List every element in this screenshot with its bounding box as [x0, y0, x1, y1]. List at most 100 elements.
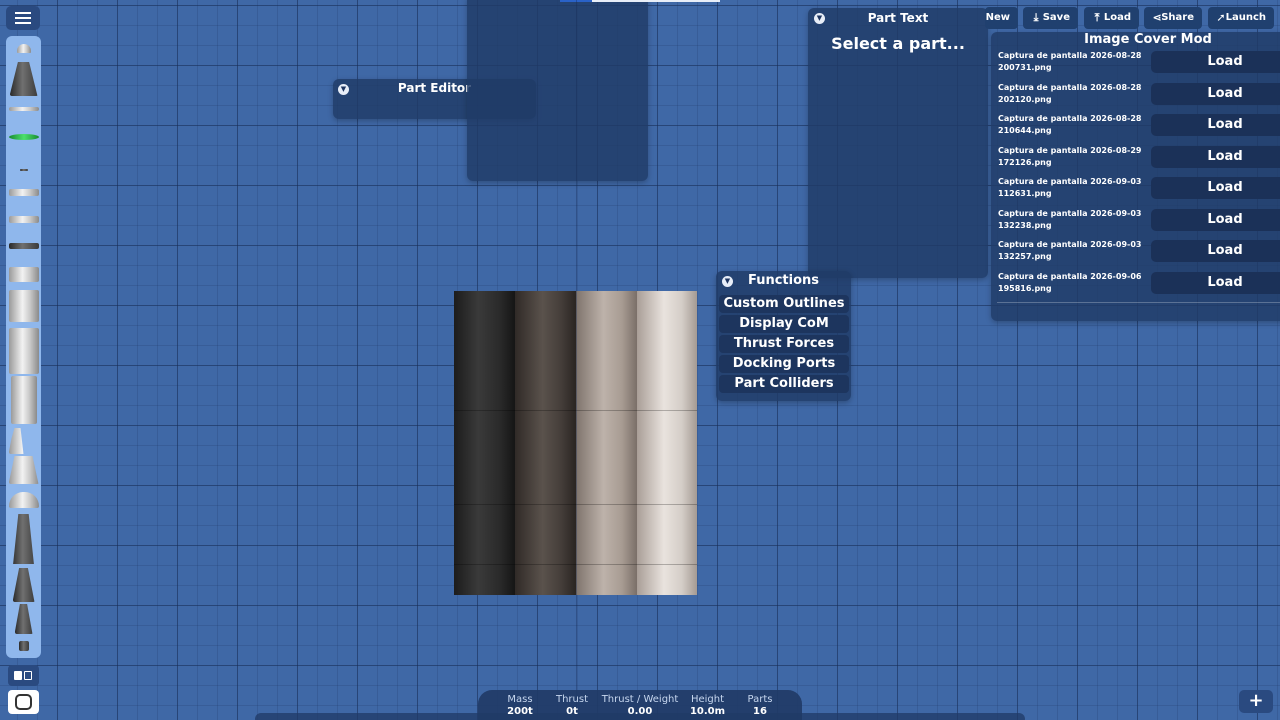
- file-name-line: Captura de pantalla 2026-08-28: [998, 114, 1142, 123]
- select-part-prompt: Select a part...: [831, 34, 965, 53]
- file-load-button[interactable]: Load: [1151, 51, 1280, 73]
- tank-seam: [454, 564, 515, 565]
- file-load-button[interactable]: Load: [1151, 82, 1280, 105]
- file-name-line: 132238.png: [998, 220, 1052, 230]
- part-rcs-thruster[interactable]: [18, 641, 29, 651]
- fuel-tank-taupe[interactable]: [576, 291, 637, 595]
- part-text-title: Part Text: [867, 11, 929, 25]
- file-load-button[interactable]: Load: [1151, 177, 1280, 199]
- file-name-line: Captura de pantalla 2026-08-28: [998, 51, 1142, 60]
- part-thin-tank[interactable]: [8, 216, 39, 223]
- part-green-ring[interactable]: [8, 134, 39, 140]
- file-load-button[interactable]: Load: [1151, 240, 1280, 262]
- share-button-label: Share: [1161, 12, 1194, 23]
- image-cover-panel[interactable]: Image Cover Mod Captura de pantalla 2026…: [991, 32, 1280, 321]
- top-center-panel: [467, 0, 648, 181]
- center-line: [576, 0, 577, 720]
- share-icon: ⋖: [1152, 11, 1162, 24]
- tank-seam: [637, 504, 697, 505]
- load-button-label: Load: [1103, 12, 1131, 23]
- file-load-button[interactable]: Load: [1151, 114, 1280, 136]
- tank-seam: [515, 410, 576, 411]
- hamburger-icon: [15, 12, 31, 14]
- part-truss[interactable]: [8, 189, 39, 196]
- fuel-tank-light[interactable]: [637, 291, 697, 595]
- part-fairing-b[interactable]: [8, 456, 39, 484]
- part-engine-medium[interactable]: [12, 568, 35, 602]
- functions-panel[interactable]: ▼ Functions Custom Outlines Display CoM …: [716, 271, 851, 401]
- part-tank-xl[interactable]: [10, 376, 37, 424]
- fuel-tank-black[interactable]: [454, 291, 515, 595]
- file-load-button[interactable]: Load: [1151, 271, 1280, 294]
- fuel-tank-dark-gray[interactable]: [515, 291, 576, 595]
- part-text-panel[interactable]: ▼ Part Text Select a part...: [808, 8, 988, 278]
- part-capsule[interactable]: [9, 62, 38, 96]
- stat-thrust: Thrust 0t: [552, 694, 592, 718]
- part-engine-large[interactable]: [13, 514, 34, 564]
- symmetry-icon-half: [24, 671, 32, 680]
- stat-thrust-label: Thrust: [555, 694, 589, 705]
- tank-seam: [637, 564, 697, 565]
- part-tank-short[interactable]: [8, 267, 39, 282]
- add-part-button[interactable]: +: [1239, 690, 1273, 713]
- tank-seam: [637, 410, 697, 411]
- top-center-indicator-light: [592, 0, 720, 2]
- rocket-icon: ➚: [1216, 11, 1226, 24]
- part-fairing-a[interactable]: [8, 428, 24, 454]
- part-small-connector[interactable]: [19, 169, 28, 171]
- parts-palette[interactable]: [6, 36, 41, 658]
- stat-mass-value: 200t: [507, 706, 533, 717]
- file-name: Captura de pantalla 2026-08-28 202120.png: [998, 82, 1148, 106]
- stat-thrust-weight-label: Thrust / Weight: [601, 694, 679, 705]
- new-button[interactable]: New: [985, 7, 1018, 29]
- tank-seam: [515, 564, 576, 565]
- docking-ports-button[interactable]: Docking Ports: [719, 355, 849, 373]
- file-load-button[interactable]: Load: [1151, 145, 1280, 168]
- file-name-line: 112631.png: [998, 189, 1052, 198]
- file-name-line: 195816.png: [998, 283, 1052, 293]
- save-button[interactable]: ⤓ Save: [1023, 7, 1078, 29]
- file-name: Captura de pantalla 2026-09-03 132238.png: [998, 208, 1148, 232]
- menu-button[interactable]: [6, 6, 40, 30]
- part-decoupler[interactable]: [8, 243, 39, 249]
- stat-thrust-value: 0t: [566, 706, 578, 717]
- file-name-line: Captura de pantalla 2026-08-29: [998, 145, 1142, 155]
- stat-thrust-weight-value: 0.00: [627, 706, 653, 717]
- tank-seam: [576, 564, 637, 565]
- part-dome[interactable]: [8, 492, 39, 508]
- barrel-icon: [15, 694, 32, 710]
- file-name: Captura de pantalla 2026-08-29 172126.png: [998, 145, 1148, 169]
- file-name-line: Captura de pantalla 2026-08-28: [998, 82, 1142, 92]
- thrust-forces-button[interactable]: Thrust Forces: [719, 335, 849, 353]
- file-name: Captura de pantalla 2026-08-28 210644.png: [998, 113, 1148, 137]
- part-tank-medium[interactable]: [8, 290, 39, 322]
- display-com-button[interactable]: Display CoM: [719, 315, 849, 333]
- new-button-label: New: [985, 12, 1010, 23]
- part-engine-small[interactable]: [14, 604, 33, 634]
- launch-button-label: Launch: [1225, 12, 1266, 23]
- plus-icon: +: [1248, 690, 1264, 711]
- craft-settings-button[interactable]: [8, 690, 39, 714]
- file-load-button[interactable]: Load: [1151, 208, 1280, 231]
- stat-mass: Mass 200t: [500, 694, 540, 718]
- save-button-label: Save: [1042, 12, 1070, 23]
- file-name-line: 200731.png: [998, 63, 1052, 72]
- stat-mass-label: Mass: [507, 694, 533, 705]
- tank-seam: [515, 504, 576, 505]
- hamburger-icon-line: [15, 22, 31, 24]
- stat-parts-value: 16: [753, 706, 767, 717]
- file-name-line: Captura de pantalla 2026-09-03: [998, 208, 1142, 218]
- part-nose-cone[interactable]: [16, 44, 31, 53]
- launch-button[interactable]: ➚ Launch: [1208, 7, 1274, 29]
- symmetry-toggle-button[interactable]: [8, 665, 39, 686]
- part-colliders-button[interactable]: Part Colliders: [719, 375, 849, 393]
- load-button[interactable]: ⤒ Load: [1084, 7, 1139, 29]
- share-button[interactable]: ⋖ Share: [1144, 7, 1202, 29]
- tank-seam: [454, 504, 515, 505]
- custom-outlines-button[interactable]: Custom Outlines: [719, 295, 849, 313]
- panel-divider: [997, 302, 1280, 303]
- part-separator[interactable]: [8, 107, 39, 111]
- stat-parts-label: Parts: [747, 694, 773, 705]
- part-tank-long[interactable]: [8, 328, 39, 374]
- file-name: Captura de pantalla 2026-08-28 200731.png: [998, 50, 1148, 74]
